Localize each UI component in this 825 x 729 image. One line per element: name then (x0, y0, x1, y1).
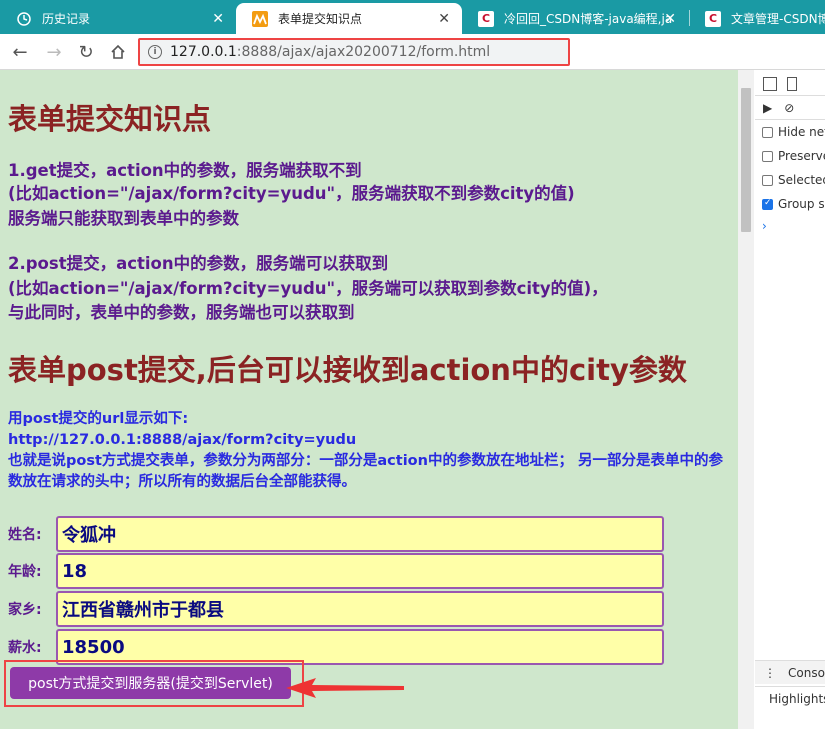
note-line-2: http://127.0.0.1:8888/ajax/form?city=yud… (8, 432, 357, 448)
page-title: 表单提交知识点 (8, 102, 212, 136)
get-line-2: (比如action="/ajax/form?city=yudu"，服务端获取不到… (8, 184, 575, 203)
checkbox-checked-icon[interactable] (762, 198, 773, 210)
option-selected-context[interactable]: Selected (755, 168, 825, 192)
hometown-input[interactable]: 江西省赣州市于都县 (56, 591, 664, 627)
name-label: 姓名: (8, 527, 42, 543)
network-toolbar: ▶ ⊘ (755, 96, 825, 120)
history-icon (16, 11, 32, 27)
url-text: 127.0.0.1:8888/ajax/ajax20200712/form.ht… (170, 44, 490, 60)
highlights-label: Highlights (769, 691, 825, 706)
page-content: 表单提交知识点 1.get提交，action中的参数，服务端获取不到 (比如ac… (0, 70, 738, 729)
browser-toolbar: ← → ↻ i 127.0.0.1:8888/ajax/ajax20200712… (0, 34, 825, 70)
record-icon[interactable]: ▶ (763, 101, 772, 115)
drawer-tabs: ⋮ Console (755, 660, 825, 684)
home-icon[interactable] (106, 40, 130, 64)
salary-label: 薪水: (8, 640, 42, 656)
more-icon[interactable]: ⋮ (764, 666, 776, 680)
section-title: 表单post提交,后台可以接收到action中的city参数 (8, 353, 687, 387)
inspect-icon[interactable] (763, 76, 777, 91)
post-line-3: 与此同时，表单中的参数，服务端也可以获取到 (8, 303, 355, 322)
prompt-chevron-icon: › (762, 219, 767, 233)
tab-form[interactable]: 表单提交知识点 ✕ (236, 3, 462, 34)
close-icon[interactable]: ✕ (664, 11, 676, 27)
csdn-icon: C (478, 10, 494, 27)
tab-csdn-articles[interactable]: C 文章管理-CSDN博 (689, 3, 825, 34)
post-line-2: (比如action="/ajax/form?city=yudu"，服务端可以获取… (8, 279, 608, 298)
checkbox-icon[interactable] (762, 150, 773, 162)
device-icon[interactable] (787, 76, 797, 91)
info-icon[interactable]: i (148, 45, 162, 59)
checkbox-icon[interactable] (762, 174, 773, 186)
tab-strip: 历史记录 ✕ 表单提交知识点 ✕ C 冷回回_CSDN博客-java编程,ja … (0, 0, 825, 34)
ma-icon (252, 10, 268, 27)
option-label: Preserve (778, 149, 825, 163)
post-line-1: 2.post提交，action中的参数，服务端可以获取到 (8, 254, 389, 273)
tab-label: 冷回回_CSDN博客-java编程,ja (504, 12, 673, 26)
console-tab[interactable]: Console (788, 666, 825, 680)
tab-label: 文章管理-CSDN博 (731, 12, 825, 26)
option-label: Selected (778, 173, 825, 187)
option-preserve-log[interactable]: Preserve (755, 144, 825, 168)
submit-button[interactable]: post方式提交到服务器(提交到Servlet) (10, 667, 291, 699)
note-line-1: 用post提交的url显示如下: (8, 411, 189, 427)
option-group-similar[interactable]: Group sir (755, 192, 825, 216)
option-hide-network[interactable]: Hide netw (755, 120, 825, 144)
back-icon[interactable]: ← (8, 40, 32, 64)
red-arrow-icon (286, 678, 404, 698)
reload-icon[interactable]: ↻ (74, 40, 98, 64)
page-scrollbar-thumb[interactable] (741, 88, 751, 232)
note-line-3: 也就是说post方式提交表单，参数分为两部分：一部分是action中的参数放在地… (8, 453, 724, 490)
console-prompt[interactable]: › (755, 214, 825, 238)
devtools-panel: ▶ ⊘ Hide netw Preserve Selected Group si… (755, 70, 825, 729)
url-host: 127.0.0.1 (170, 44, 237, 60)
form-row-name: 姓名: 令狐冲 (8, 516, 664, 552)
hometown-label: 家乡: (8, 602, 42, 618)
tab-csdn-blog[interactable]: C 冷回回_CSDN博客-java编程,ja ✕ (462, 3, 688, 34)
get-line-3: 服务端只能获取到表单中的参数 (8, 209, 239, 228)
option-label: Hide netw (778, 125, 825, 139)
tab-label: 历史记录 (42, 12, 91, 26)
option-label: Group sir (778, 197, 825, 211)
form-row-hometown: 家乡: 江西省赣州市于都县 (8, 591, 664, 627)
forward-icon[interactable]: → (42, 40, 66, 64)
age-label: 年龄: (8, 564, 42, 580)
address-bar[interactable]: i 127.0.0.1:8888/ajax/ajax20200712/form.… (138, 38, 570, 66)
highlights-row: Highlights (755, 686, 825, 710)
name-input[interactable]: 令狐冲 (56, 516, 664, 552)
age-input[interactable]: 18 (56, 553, 664, 589)
tab-label: 表单提交知识点 (278, 12, 363, 26)
checkbox-icon[interactable] (762, 126, 773, 138)
form-row-age: 年龄: 18 (8, 553, 664, 589)
devtools-toolbar (755, 72, 825, 96)
tab-history[interactable]: 历史记录 ✕ (0, 3, 236, 34)
csdn-icon: C (705, 10, 721, 27)
url-path: :8888/ajax/ajax20200712/form.html (236, 44, 491, 60)
clear-icon[interactable]: ⊘ (784, 101, 794, 115)
submit-highlight: post方式提交到服务器(提交到Servlet) (4, 660, 304, 707)
close-icon[interactable]: ✕ (212, 11, 224, 27)
close-icon[interactable]: ✕ (438, 11, 450, 27)
